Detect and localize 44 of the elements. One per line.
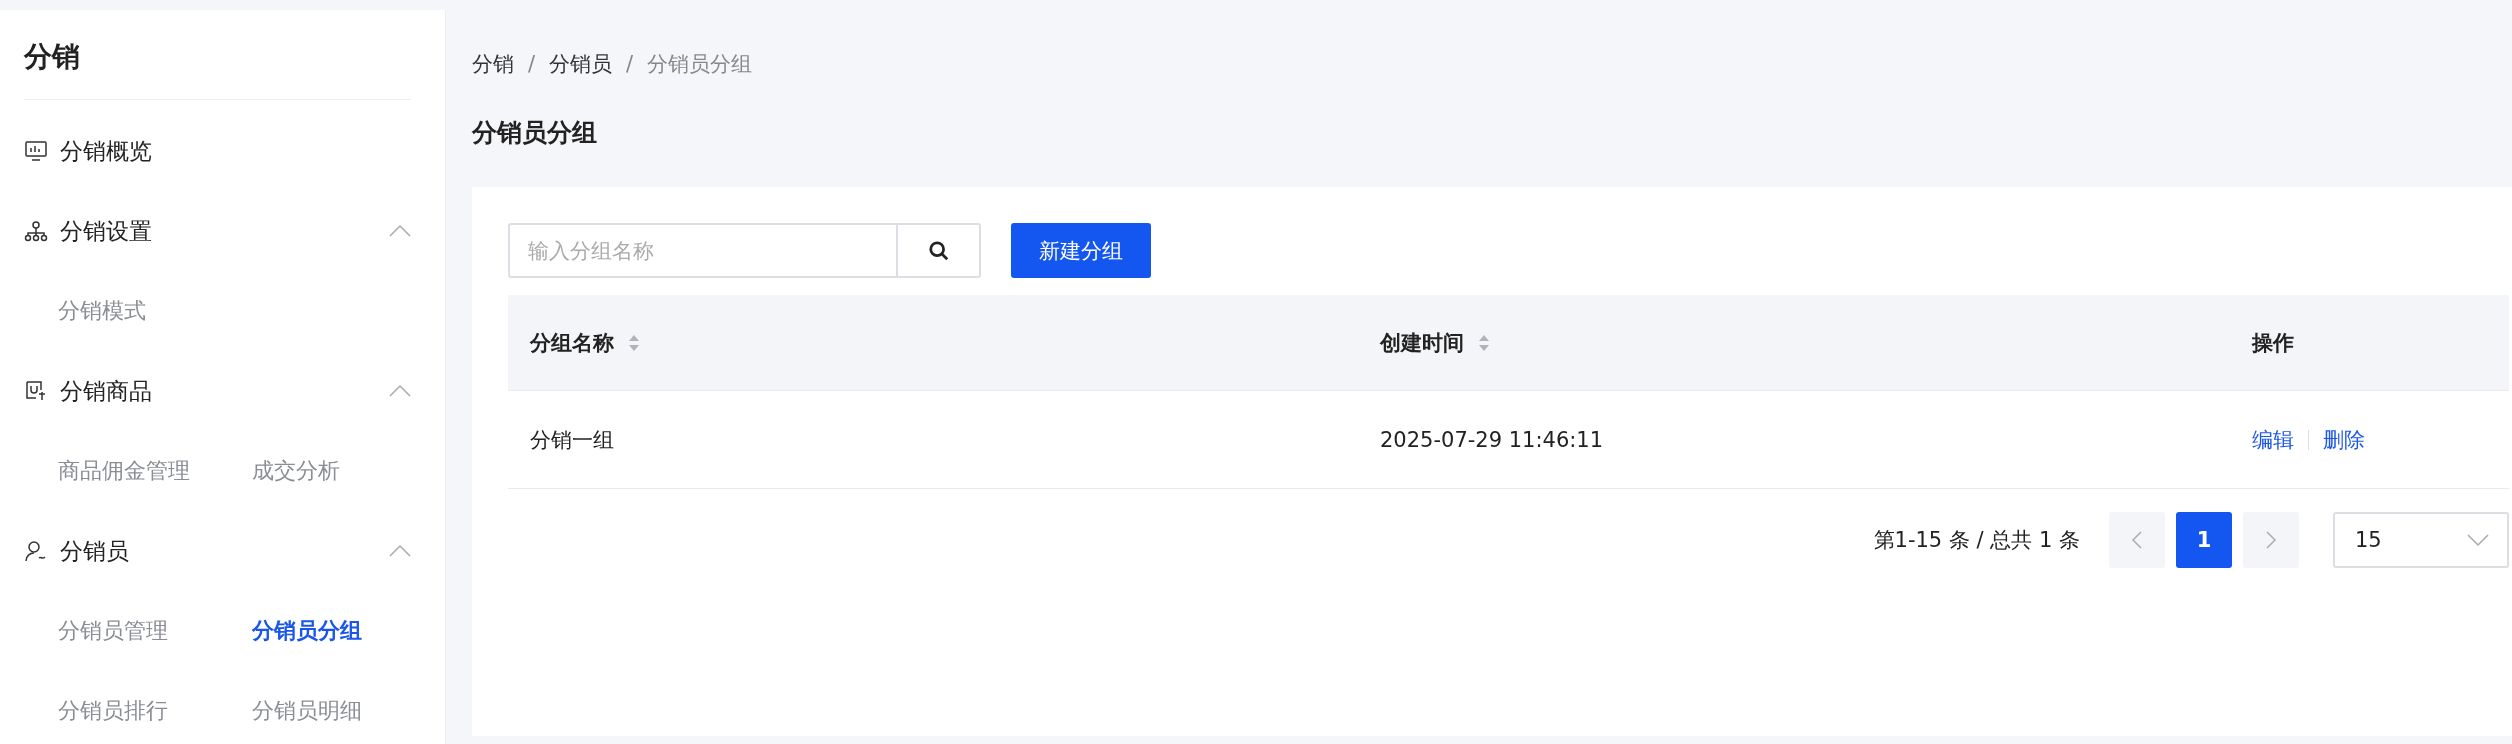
- page-size-select[interactable]: 15: [2333, 512, 2509, 568]
- menu-group[interactable]: 分销概览: [60, 135, 411, 167]
- menu-item[interactable]: 分销员排行: [58, 671, 252, 744]
- column-header: 分组名称: [530, 329, 614, 357]
- current-page-label: 分销员分组: [647, 51, 753, 78]
- monitor-icon: [24, 139, 48, 163]
- menu-item[interactable]: 分销员明细: [252, 671, 412, 744]
- chevron-icon[interactable]: [389, 544, 411, 558]
- sidebar-title: 分销: [24, 10, 411, 100]
- menu-item[interactable]: 分销员管理: [58, 591, 252, 671]
- breadcrumb-link[interactable]: 分销员: [549, 50, 613, 78]
- page-title: 分销员分组: [472, 118, 598, 148]
- menu-group[interactable]: 分销设置: [60, 215, 377, 247]
- column-header: 创建时间: [1380, 329, 1464, 357]
- user-icon: [24, 539, 48, 563]
- chevron-right-icon: [2266, 531, 2276, 549]
- table-cell-text: 分销一组: [530, 426, 615, 454]
- tag-icon: [24, 379, 48, 403]
- chevron-down-icon: [2467, 533, 2489, 547]
- menu-group[interactable]: 分销员: [60, 535, 377, 567]
- hierarchy-icon: [24, 219, 48, 243]
- chevron-icon[interactable]: [389, 224, 411, 238]
- new-group-button[interactable]: 新建分组: [1011, 223, 1151, 278]
- chevron-icon[interactable]: [389, 384, 411, 398]
- menu-group[interactable]: 分销商品: [60, 375, 377, 407]
- sort-icon[interactable]: [1478, 333, 1490, 352]
- search-button[interactable]: [898, 223, 981, 278]
- breadcrumb-separator: /: [528, 52, 536, 76]
- menu-item[interactable]: 分销员分组: [252, 591, 412, 671]
- menu-item[interactable]: 分销模式: [58, 271, 252, 351]
- breadcrumb-link[interactable]: 分销: [472, 50, 514, 78]
- search-field[interactable]: 输入分组名称: [508, 223, 898, 278]
- edit-link[interactable]: 编辑: [2252, 425, 2294, 454]
- page-button[interactable]: 1: [2176, 512, 2232, 568]
- menu-item[interactable]: 成交分析: [252, 431, 412, 511]
- chevron-left-icon: [2132, 531, 2142, 549]
- sort-icon[interactable]: [628, 333, 640, 352]
- table-cell-text: 2025-07-29 11:46:11: [1380, 427, 1605, 452]
- pagination-summary: 第1-15 条 / 总共 1 条: [1873, 527, 2080, 554]
- delete-link[interactable]: 删除: [2323, 425, 2365, 454]
- column-header: 操作: [2252, 329, 2294, 357]
- search-icon: [927, 239, 950, 262]
- menu-item[interactable]: 商品佣金管理: [58, 431, 252, 511]
- breadcrumb-separator: /: [626, 52, 634, 76]
